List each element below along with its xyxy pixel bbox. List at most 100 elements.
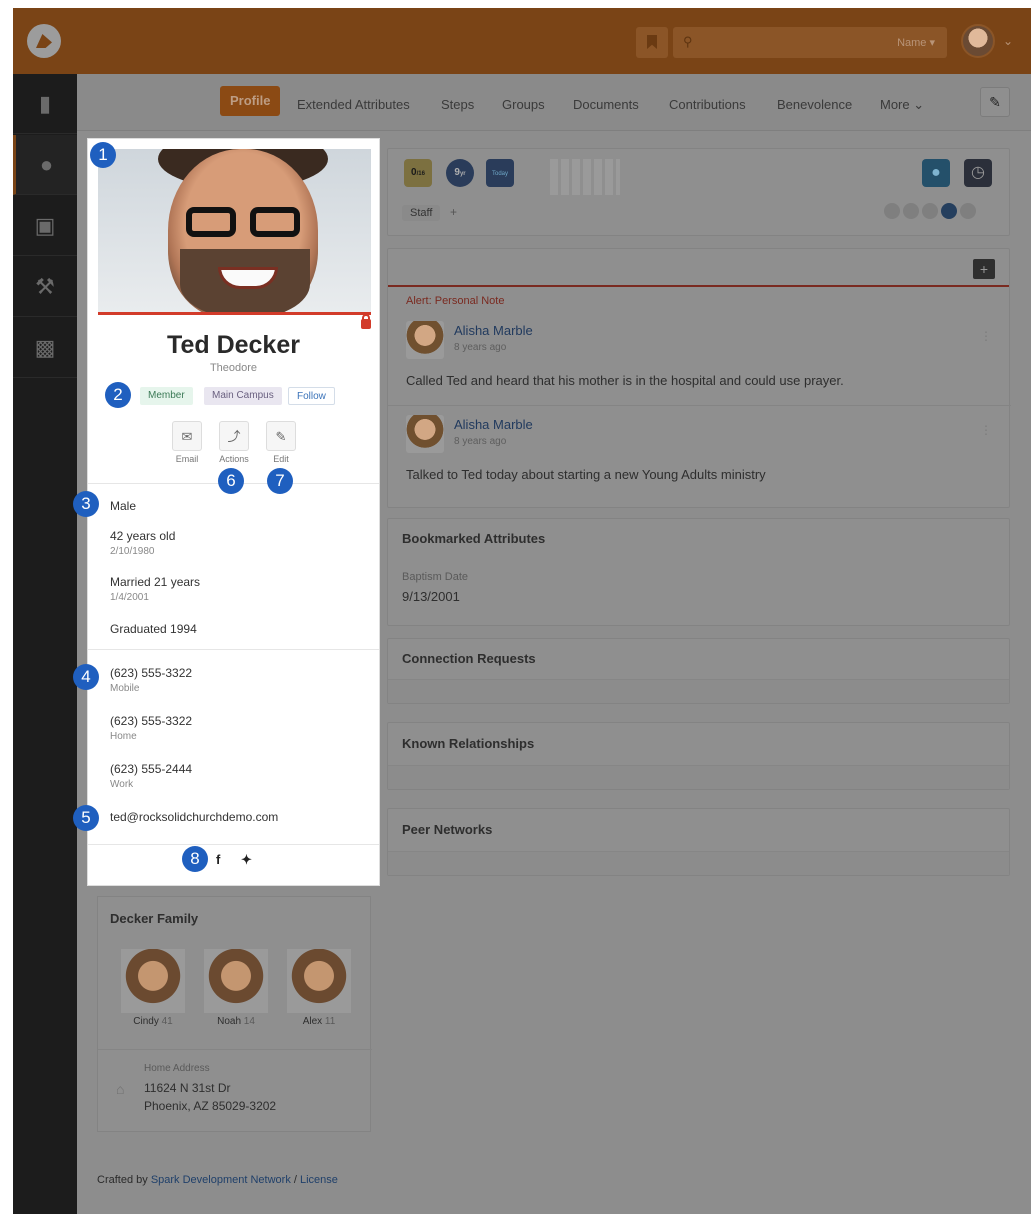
person-photo[interactable] [98, 149, 371, 315]
gender: Male [110, 499, 137, 513]
email-link[interactable]: ted@rocksolidchurchdemo.com [110, 810, 278, 824]
note-text: Called Ted and heard that his mother is … [406, 373, 844, 388]
callout-1: 1 [90, 142, 116, 168]
avatar [406, 321, 444, 359]
wrench-icon: ⚒ [35, 273, 55, 299]
badge-dots [884, 203, 979, 224]
sidebar-item-tools[interactable]: ⚒ [13, 257, 77, 317]
known-relationships-card: Known Relationships [387, 722, 1010, 790]
app-window: ⚲ Name ▾ ⌄ ▮ ● ▣ ⚒ ▩ Profile Extended At… [13, 8, 1031, 1214]
sidebar-item-people[interactable]: ● [13, 135, 77, 195]
section-title: Known Relationships [402, 736, 535, 751]
badge-attendance[interactable]: 0/16 [404, 159, 432, 187]
note-time: 8 years ago [454, 342, 507, 353]
tab-steps[interactable]: Steps [441, 94, 474, 116]
divider [388, 405, 1011, 406]
section-title: Peer Networks [402, 822, 493, 837]
person-tabs: Profile Extended Attributes Steps Groups… [77, 74, 1031, 131]
attendance-chart [550, 159, 620, 195]
avatar [406, 415, 444, 453]
search-icon: ⚲ [683, 34, 693, 49]
license-link[interactable]: License [300, 1174, 338, 1186]
twitter-icon[interactable]: ✦ [241, 852, 252, 868]
pencil-icon[interactable]: ✎ [980, 87, 1010, 117]
callout-6: 6 [218, 468, 244, 494]
email-button[interactable]: ✉ Email [165, 421, 209, 464]
note-author-link[interactable]: Alisha Marble [454, 323, 533, 338]
phone-work[interactable]: (623) 555-2444 [110, 762, 192, 776]
search-input[interactable]: ⚲ Name ▾ [673, 27, 947, 58]
note-time: 8 years ago [454, 436, 507, 447]
staff-tag[interactable]: Staff [402, 205, 441, 221]
note-author-link[interactable]: Alisha Marble [454, 417, 533, 432]
badge-today[interactable]: Today [486, 159, 514, 187]
tab-contributions[interactable]: Contributions [669, 94, 746, 116]
sidebar-item-admin[interactable]: ▩ [13, 318, 77, 378]
person-name: Ted Decker [167, 331, 300, 359]
tab-benevolence[interactable]: Benevolence [777, 94, 852, 116]
person-nickname: Theodore [209, 362, 258, 374]
money-icon: ▣ [34, 212, 56, 238]
section-title: Connection Requests [402, 651, 536, 666]
birthdate: 2/10/1980 [110, 546, 155, 557]
family-member[interactable]: Cindy 41 [120, 949, 186, 1027]
book-icon: ▮ [38, 90, 52, 116]
notes-header: + [388, 249, 1009, 287]
tab-extended-attributes[interactable]: Extended Attributes [297, 94, 410, 116]
avatar [204, 949, 268, 1013]
tab-groups[interactable]: Groups [502, 94, 545, 116]
sidebar: ▮ ● ▣ ⚒ ▩ [13, 74, 77, 1214]
phone-mobile[interactable]: (623) 555-3322 [110, 666, 192, 680]
avatar [121, 949, 185, 1013]
sidebar-item-book[interactable]: ▮ [13, 74, 77, 134]
phone-type: Home [110, 731, 137, 742]
callout-3: 3 [73, 491, 99, 517]
attribute-label: Baptism Date [402, 571, 469, 583]
spark-link[interactable]: Spark Development Network [151, 1174, 291, 1186]
chevron-down-icon[interactable]: ⌄ [1003, 34, 1013, 48]
actions-button[interactable]: ⤴ Actions [212, 421, 256, 464]
rock-logo-icon[interactable] [27, 24, 61, 58]
avatar [287, 949, 351, 1013]
add-tag-icon[interactable]: + [450, 205, 457, 219]
follow-button[interactable]: Follow [288, 387, 335, 405]
footer: Crafted by Spark Development Network / L… [97, 1174, 338, 1186]
bookmark-icon[interactable] [636, 27, 668, 58]
tab-profile[interactable]: Profile [220, 86, 281, 116]
kebab-icon[interactable]: ⋮ [980, 329, 992, 343]
address-label: Home Address [144, 1063, 210, 1074]
address-line2: Phoenix, AZ 85029-3202 [144, 1099, 277, 1113]
callout-4: 4 [73, 664, 99, 690]
person-bio-card: Ted Decker Theodore Member Main Campus F… [87, 138, 380, 886]
tab-more[interactable]: More ⌄ [880, 94, 924, 116]
edit-button[interactable]: ✎ Edit [259, 421, 303, 464]
phone-type: Work [110, 779, 134, 790]
person-icon: ● [39, 151, 54, 177]
campus-badge: Main Campus [204, 387, 282, 405]
kebab-icon[interactable]: ⋮ [980, 423, 992, 437]
callout-5: 5 [73, 805, 99, 831]
facebook-icon[interactable]: f [216, 852, 220, 867]
home-icon: ⌂ [116, 1081, 125, 1097]
avatar[interactable] [961, 24, 995, 58]
connection-status-badge: Member [140, 387, 193, 405]
bolt-icon: ⤴ [219, 421, 249, 451]
pencil-icon: ✎ [266, 421, 296, 451]
family-member[interactable]: Alex 11 [286, 949, 352, 1027]
clock-icon[interactable]: ◷ [964, 159, 992, 187]
badges-card: 0/16 9yr Today ● ◷ Staff + [387, 148, 1010, 236]
badge-years[interactable]: 9yr [446, 159, 474, 187]
sidebar-item-finance[interactable]: ▣ [13, 196, 77, 256]
bookmarked-attributes-card: Bookmarked Attributes Baptism Date 9/13/… [387, 518, 1010, 626]
phone-home[interactable]: (623) 555-3322 [110, 714, 192, 728]
section-title: Bookmarked Attributes [402, 531, 546, 546]
drop-icon[interactable]: ● [922, 159, 950, 187]
phone-type: Mobile [110, 683, 140, 694]
add-note-button[interactable]: + [973, 259, 995, 279]
attribute-value: 9/13/2001 [402, 589, 460, 604]
family-member[interactable]: Noah 14 [203, 949, 269, 1027]
briefcase-icon: ▩ [34, 334, 56, 360]
tab-documents[interactable]: Documents [573, 94, 639, 116]
search-scope-dropdown[interactable]: Name ▾ [897, 36, 935, 49]
marital-status: Married 21 years [110, 575, 201, 589]
